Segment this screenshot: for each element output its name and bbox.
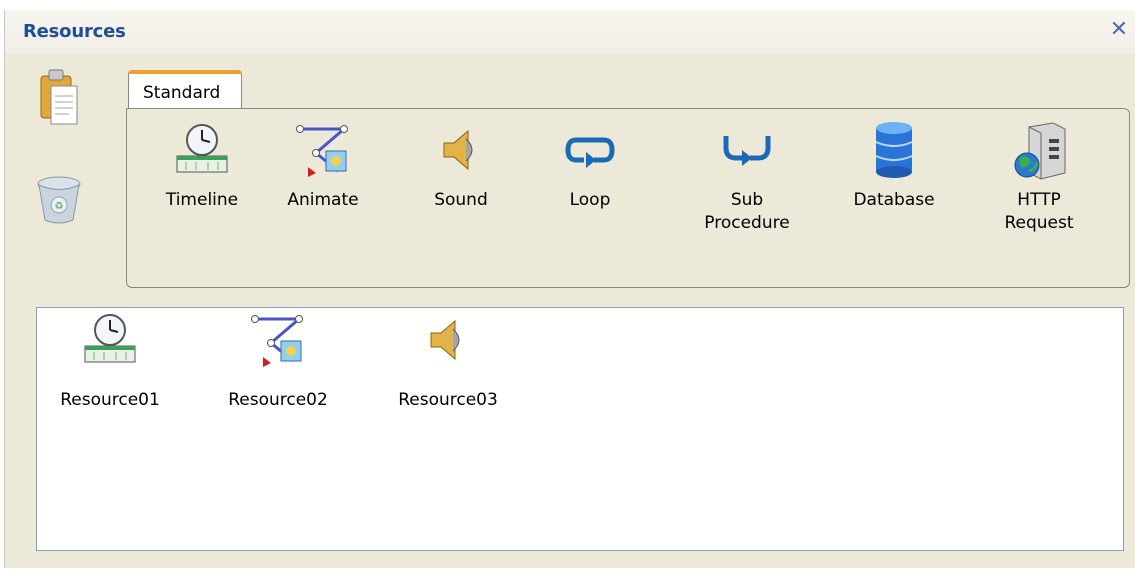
tool-label: Loop [569,190,611,210]
resources-panel: Resources ✕ ♻ Standard Timeline Animate … [4,10,1135,568]
title-bar: Resources ✕ [5,10,1135,54]
close-icon[interactable]: ✕ [1108,19,1130,41]
panel-title: Resources [23,21,126,42]
tool-label: Timeline [165,190,239,210]
tool-loop[interactable]: Loop [535,115,645,212]
resource-item[interactable]: Resource02 [213,314,343,410]
animate-icon [268,115,378,185]
resource-item[interactable]: Resource03 [383,314,513,410]
http-request-icon [984,115,1094,185]
timeline-icon [147,115,257,185]
resource-canvas[interactable]: Resource01 Resource02 Resource03 [36,307,1124,551]
sub-procedure-icon [692,115,802,185]
tool-animate[interactable]: Animate [268,115,378,212]
tool-label: Sound [434,190,488,210]
tool-http-request[interactable]: HTTP Request [984,115,1094,235]
resource-item[interactable]: Resource01 [45,314,175,410]
tool-sound[interactable]: Sound [406,115,516,212]
sound-icon [406,115,516,185]
loop-icon [535,115,645,185]
recycle-bin-icon[interactable]: ♻ [35,174,83,226]
resource-label: Resource02 [228,390,328,410]
timeline-icon [45,314,175,366]
tool-database[interactable]: Database [839,115,949,212]
tab-standard[interactable]: Standard [128,70,242,110]
tool-label: Sub Procedure [704,190,790,233]
clipboard-icon[interactable] [39,66,79,128]
svg-text:♻: ♻ [55,201,64,212]
database-icon [839,115,949,185]
resource-label: Resource03 [398,390,498,410]
tool-label: Database [853,190,935,210]
resource-label: Resource01 [60,390,160,410]
tool-label: HTTP Request [1004,190,1074,233]
toolbox-standard: Timeline Animate Sound Loop Sub Procedur… [126,108,1130,288]
animate-icon [213,314,343,367]
tool-label: Animate [287,190,359,210]
tool-timeline[interactable]: Timeline [147,115,257,212]
sound-icon [383,314,513,366]
tab-label: Standard [143,83,221,103]
tool-sub-procedure[interactable]: Sub Procedure [692,115,802,235]
